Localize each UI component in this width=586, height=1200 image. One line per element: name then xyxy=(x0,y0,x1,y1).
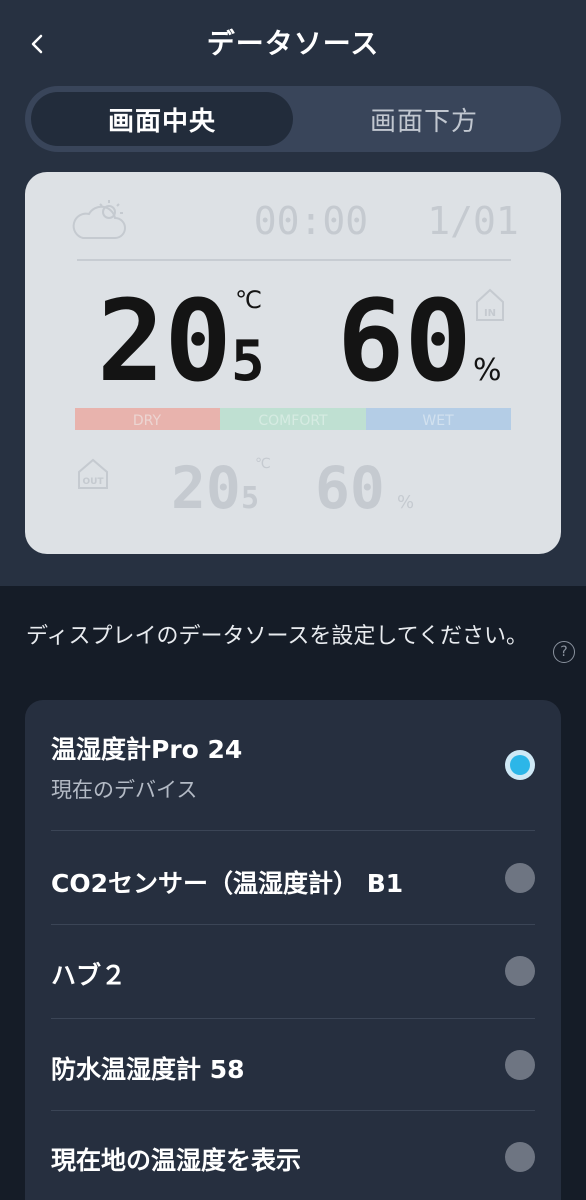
outdoor-label: OUT xyxy=(82,477,104,487)
data-source-list: 温湿度計Pro 24 現在のデバイス CO2センサー（温湿度計） B1 ハブ２ … xyxy=(25,700,561,1200)
source-item-current-location[interactable]: 現在地の温湿度を表示 xyxy=(25,1111,561,1200)
page-title: データソース xyxy=(206,27,380,60)
comfort-label-dry: DRY xyxy=(133,413,162,429)
source-item-waterproof[interactable]: 防水温湿度計 58 xyxy=(25,1019,561,1111)
source-title: ハブ２ xyxy=(51,961,127,990)
outdoor-humidity: 60 xyxy=(315,454,385,522)
device-preview: 00:00 1/01 20 5 ℃ 60 % IN DRY COMFORT WE… xyxy=(25,172,561,554)
outdoor-temperature-decimal: 5 xyxy=(241,481,259,516)
source-title: 現在地の温湿度を表示 xyxy=(51,1146,302,1175)
indoor-label: IN xyxy=(484,308,496,319)
outdoor-humidity-unit: % xyxy=(397,492,414,513)
tab-bottom[interactable]: 画面下方 xyxy=(293,92,555,146)
radio-unselected[interactable] xyxy=(505,956,535,986)
radio-unselected[interactable] xyxy=(505,1050,535,1080)
temperature-main: 20 xyxy=(97,277,232,407)
temperature-decimal: 5 xyxy=(231,329,265,394)
comfort-label-comfort: COMFORT xyxy=(258,413,328,429)
source-title: 温湿度計Pro 24 xyxy=(51,735,243,764)
humidity-unit: % xyxy=(473,353,502,388)
device-display-svg: 00:00 1/01 20 5 ℃ 60 % IN DRY COMFORT WE… xyxy=(72,199,519,522)
source-title: 防水温湿度計 58 xyxy=(51,1055,245,1084)
comfort-bar: DRY COMFORT WET xyxy=(75,408,511,430)
source-item-co2[interactable]: CO2センサー（温湿度計） B1 xyxy=(25,831,561,924)
header: データソース xyxy=(0,0,586,86)
tab-center[interactable]: 画面中央 xyxy=(31,92,293,146)
help-icon[interactable]: ? xyxy=(553,641,575,663)
radio-selected[interactable] xyxy=(505,750,535,780)
source-item-thermo-pro[interactable]: 温湿度計Pro 24 現在のデバイス xyxy=(25,700,561,830)
display-time: 00:00 xyxy=(254,199,368,243)
temperature-unit: ℃ xyxy=(235,286,262,314)
comfort-label-wet: WET xyxy=(422,413,454,429)
display-area-tabs: 画面中央 画面下方 xyxy=(25,86,561,152)
source-title: CO2センサー（温湿度計） B1 xyxy=(51,869,404,898)
radio-unselected[interactable] xyxy=(505,1142,535,1172)
outdoor-temperature-unit: ℃ xyxy=(255,456,271,472)
source-subtitle: 現在のデバイス xyxy=(51,778,198,802)
display-date: 1/01 xyxy=(427,199,519,243)
outdoor-temperature-main: 20 xyxy=(171,454,241,522)
data-source-description: ディスプレイのデータソースを設定してください。 xyxy=(26,624,529,649)
source-item-hub[interactable]: ハブ２ xyxy=(25,925,561,1018)
weather-icon xyxy=(72,200,126,239)
humidity-main: 60 xyxy=(337,277,472,407)
radio-unselected[interactable] xyxy=(505,863,535,893)
